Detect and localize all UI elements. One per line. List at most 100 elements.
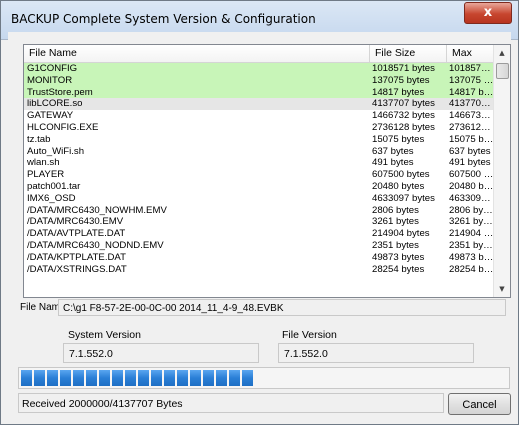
list-rows: G1CONFIG 1018571 bytes 1018571 ... MONITOR 1…	[24, 63, 494, 275]
progress-segment	[125, 370, 136, 386]
system-version-field: 7.1.552.0	[63, 343, 259, 363]
file-name-cell: Auto_WiFi.sh	[27, 145, 85, 157]
file-name-cell: /DATA/MRC6430_NOWHM.EMV	[27, 204, 167, 216]
progress-bar	[18, 367, 510, 389]
table-row[interactable]: TrustStore.pem 14817 bytes 14817 by...	[24, 86, 494, 99]
status-text: Received 2000000/4137707 Bytes	[18, 393, 444, 413]
max-file-cell: 3261 bytes	[449, 216, 494, 228]
table-row[interactable]: G1CONFIG 1018571 bytes 1018571 ...	[24, 63, 494, 75]
file-size-cell: 2351 bytes	[372, 239, 419, 251]
table-row[interactable]: IMX6_OSD 4633097 bytes 4633097 ...	[24, 193, 494, 205]
progress-segment	[99, 370, 110, 386]
file-size-cell: 14817 bytes	[372, 86, 425, 98]
file-name-cell: GATEWAY	[27, 110, 74, 122]
file-name-cell: /DATA/XSTRINGS.DAT	[27, 263, 127, 275]
progress-segment	[242, 370, 253, 386]
file-size-cell: 491 bytes	[372, 157, 414, 169]
file-name-cell: tz.tab	[27, 133, 51, 145]
file-name-cell: /DATA/AVTPLATE.DAT	[27, 228, 126, 240]
list-scrollbar[interactable]: ▲ ▼	[493, 45, 510, 297]
max-file-cell: 28254 by...	[449, 263, 494, 275]
window-title: BACKUP Complete System Version & Configu…	[11, 12, 316, 26]
table-row[interactable]: /DATA/AVTPLATE.DAT 214904 bytes 214904 b..…	[24, 228, 494, 240]
file-name-cell: /DATA/KPTPLATE.DAT	[27, 251, 126, 263]
progress-segment	[164, 370, 175, 386]
scroll-up-arrow-icon[interactable]: ▲	[494, 45, 510, 61]
table-row[interactable]: HLCONFIG.EXE 2736128 bytes 2736128 ...	[24, 122, 494, 134]
progress-segment	[60, 370, 71, 386]
max-file-cell: 14817 by...	[449, 86, 494, 98]
max-file-cell: 637 bytes	[449, 145, 491, 157]
progress-segment	[229, 370, 240, 386]
column-header-max-file[interactable]: Max File...	[447, 45, 494, 76]
progress-segment	[138, 370, 149, 386]
max-file-cell: 491 bytes	[449, 157, 491, 169]
progress-segment	[203, 370, 214, 386]
max-file-cell: 2351 bytes	[449, 239, 494, 251]
file-size-cell: 214904 bytes	[372, 228, 430, 240]
max-file-cell: 214904 b...	[449, 228, 494, 240]
table-row[interactable]: libLCORE.so 4137707 bytes 4137707 ...	[24, 98, 494, 111]
table-row[interactable]: GATEWAY 1466732 bytes 1466732 ...	[24, 110, 494, 122]
file-list[interactable]: File Name File Size Max File... G1CONFIG…	[23, 44, 511, 298]
file-name-cell: PLAYER	[27, 169, 65, 181]
list-header: File Name File Size Max File...	[24, 45, 494, 76]
progress-segment	[190, 370, 201, 386]
max-file-cell: 137075 b...	[449, 74, 494, 86]
table-row[interactable]: /DATA/MRC6430.EMV 3261 bytes 3261 bytes	[24, 216, 494, 228]
file-name-cell: HLCONFIG.EXE	[27, 121, 99, 133]
max-file-cell: 49873 by...	[449, 251, 494, 263]
dialog-body: File Name File Size Max File... G1CONFIG…	[8, 32, 511, 418]
file-size-cell: 1466732 bytes	[372, 110, 435, 122]
file-name-cell: /DATA/MRC6430_NODND.EMV	[27, 239, 164, 251]
table-row[interactable]: MONITOR 137075 bytes 137075 b...	[24, 74, 494, 87]
system-version-label: System Version	[68, 329, 141, 341]
max-file-cell: 1018571 ...	[449, 63, 494, 74]
table-row[interactable]: patch001.tar 20480 bytes 20480 by...	[24, 181, 494, 193]
table-row[interactable]: Auto_WiFi.sh 637 bytes 637 bytes	[24, 146, 494, 158]
file-size-cell: 20480 bytes	[372, 180, 425, 192]
file-size-cell: 4137707 bytes	[372, 98, 435, 110]
progress-segment	[73, 370, 84, 386]
progress-segment	[34, 370, 45, 386]
progress-fill	[21, 370, 256, 386]
column-header-file-name[interactable]: File Name	[24, 45, 370, 62]
file-size-cell: 4633097 bytes	[372, 192, 435, 204]
max-file-cell: 2806 bytes	[449, 204, 494, 216]
progress-segment	[216, 370, 227, 386]
file-version-field: 7.1.552.0	[278, 343, 474, 363]
table-row[interactable]: /DATA/MRC6430_NODND.EMV 2351 bytes 2351 by…	[24, 240, 494, 252]
progress-segment	[177, 370, 188, 386]
table-row[interactable]: tz.tab 15075 bytes 15075 by...	[24, 134, 494, 146]
file-size-cell: 637 bytes	[372, 145, 414, 157]
file-size-cell: 2736128 bytes	[372, 121, 435, 133]
close-button[interactable]: x	[464, 2, 512, 24]
progress-segment	[86, 370, 97, 386]
file-name-cell: MONITOR	[27, 74, 73, 86]
cancel-button[interactable]: Cancel	[448, 393, 511, 415]
file-name-cell: libLCORE.so	[27, 98, 83, 110]
max-file-cell: 1466732 ...	[449, 110, 494, 122]
progress-segment	[47, 370, 58, 386]
table-row[interactable]: /DATA/KPTPLATE.DAT 49873 bytes 49873 by...	[24, 252, 494, 264]
backup-dialog: BACKUP Complete System Version & Configu…	[0, 0, 519, 425]
progress-segment	[21, 370, 32, 386]
file-name-cell: /DATA/MRC6430.EMV	[27, 216, 124, 228]
table-row[interactable]: /DATA/XSTRINGS.DAT 28254 bytes 28254 by...	[24, 264, 494, 276]
file-size-cell: 2806 bytes	[372, 204, 419, 216]
column-header-file-size[interactable]: File Size	[370, 45, 447, 62]
table-row[interactable]: PLAYER 607500 bytes 607500 b...	[24, 169, 494, 181]
max-file-cell: 2736128 ...	[449, 121, 494, 133]
scroll-down-arrow-icon[interactable]: ▼	[494, 281, 510, 297]
file-size-cell: 28254 bytes	[372, 263, 425, 275]
file-size-cell: 1018571 bytes	[372, 63, 435, 74]
file-size-cell: 607500 bytes	[372, 169, 430, 181]
table-row[interactable]: /DATA/MRC6430_NOWHM.EMV 2806 bytes 2806 by…	[24, 205, 494, 217]
scrollbar-thumb[interactable]	[496, 63, 509, 79]
progress-segment	[112, 370, 123, 386]
table-row[interactable]: wlan.sh 491 bytes 491 bytes	[24, 157, 494, 169]
file-size-cell: 3261 bytes	[372, 216, 419, 228]
file-name-cell: TrustStore.pem	[27, 86, 93, 98]
file-size-cell: 49873 bytes	[372, 251, 425, 263]
file-name-cell: patch001.tar	[27, 180, 81, 192]
